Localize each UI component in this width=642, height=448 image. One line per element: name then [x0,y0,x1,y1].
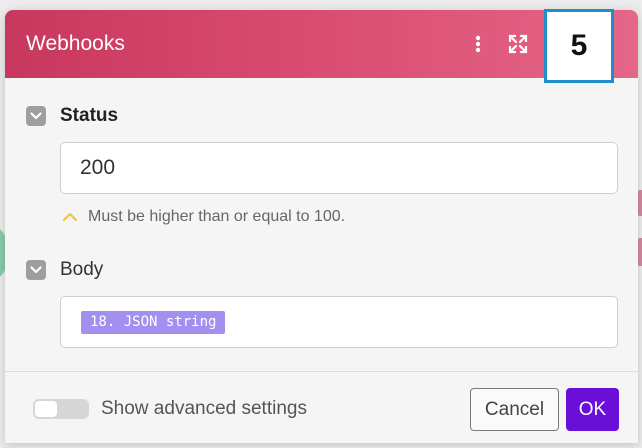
dialog-footer: Show advanced settings Cancel OK [5,371,638,443]
chevron-up-icon [62,212,78,222]
step-number-badge: 5 [544,9,614,83]
status-collapse-toggle[interactable] [26,106,46,126]
advanced-settings-label: Show advanced settings [101,398,307,419]
json-string-token[interactable]: 18. JSON string [81,310,226,334]
status-hint-text: Must be higher than or equal to 100. [88,208,346,225]
more-vertical-icon[interactable] [466,32,490,56]
dialog-body: Status 200 Must be higher than or equal … [5,78,638,371]
chevron-down-icon [30,266,42,274]
status-input[interactable]: 200 [60,142,618,194]
expand-icon[interactable] [506,32,530,56]
advanced-settings-toggle[interactable] [33,399,89,419]
canvas-background: Webhooks Status 200 Must be higher than … [0,0,642,448]
body-collapse-toggle[interactable] [26,260,46,280]
ok-button[interactable]: OK [566,388,619,431]
status-value: 200 [80,156,116,179]
body-label: Body [60,259,104,280]
status-hint: Must be higher than or equal to 100. [62,208,345,226]
toggle-knob [35,401,57,417]
cancel-button[interactable]: Cancel [470,388,559,431]
chevron-down-icon [30,112,42,120]
dialog-title: Webhooks [26,32,125,55]
status-label: Status [60,105,119,126]
body-input[interactable]: 18. JSON string [60,296,618,348]
